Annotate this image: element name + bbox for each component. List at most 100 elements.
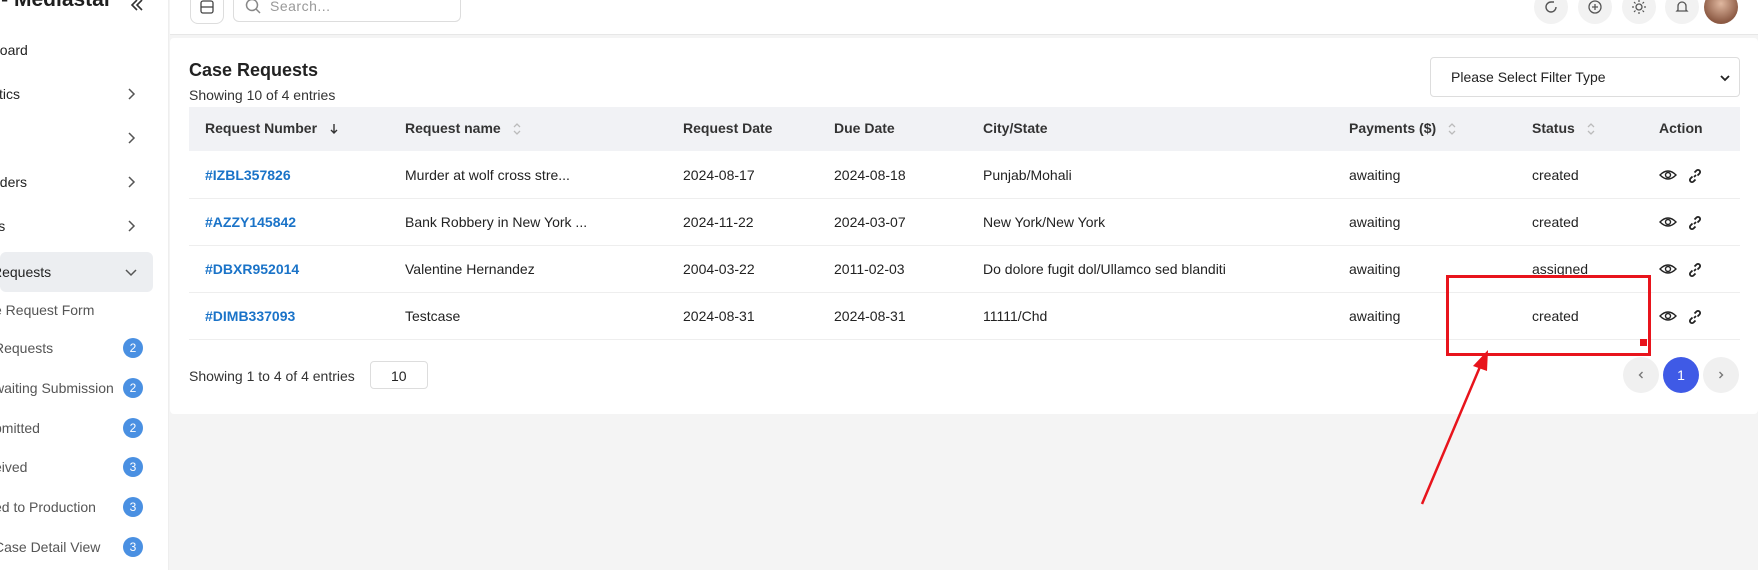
sidebar-item-nders[interactable]: nders [0, 162, 153, 202]
sort-icon [1587, 123, 1595, 136]
pagination-prev-button[interactable] [1623, 357, 1659, 393]
count-badge: 3 [123, 497, 143, 517]
count-badge: 2 [123, 418, 143, 438]
chevron-right-icon [128, 220, 136, 232]
notification-bell-icon[interactable] [1665, 0, 1699, 24]
sidebar-item-label: ils [0, 218, 5, 234]
page-size-input[interactable]: 10 [370, 361, 428, 389]
column-header-payments[interactable]: Payments ($) [1349, 120, 1456, 136]
column-header-action: Action [1659, 120, 1703, 136]
pagination-next-button[interactable] [1703, 357, 1739, 393]
sidebar-subitem-case-detail-view[interactable]: Case Detail View 3 [0, 529, 153, 565]
sidebar-item-s[interactable]: s [0, 118, 153, 158]
sidebar-item-label: board [0, 42, 28, 58]
sort-desc-icon [330, 124, 338, 135]
sidebar-subitem-label: bmitted [0, 420, 40, 436]
request-date: 2024-08-31 [683, 308, 755, 324]
search-placeholder: Search... [270, 0, 331, 14]
collapse-sidebar-icon[interactable] [130, 0, 144, 17]
view-eye-icon[interactable] [1659, 213, 1677, 231]
request-number-link[interactable]: #DBXR952014 [205, 261, 299, 277]
page-title: Case Requests [189, 60, 319, 80]
sidebar-item-requests[interactable]: Requests [0, 252, 153, 292]
city-state: New York/New York [983, 214, 1106, 230]
sidebar-subitem-label: waiting Submission [0, 380, 114, 396]
sidebar-subitem-submitted[interactable]: bmitted 2 [0, 410, 153, 446]
count-badge: 3 [123, 537, 143, 557]
column-header-status[interactable]: Status [1532, 120, 1595, 136]
view-eye-icon[interactable] [1659, 260, 1677, 278]
refresh-icon[interactable] [1534, 0, 1568, 24]
sidebar-item-dashboard[interactable]: board [0, 30, 153, 70]
payment-status: awaiting [1349, 308, 1401, 324]
sidebar-item-ils[interactable]: ils [0, 206, 153, 246]
link-icon[interactable] [1687, 168, 1703, 184]
column-header-request-name[interactable]: Request name [405, 120, 521, 136]
sidebar-subitem-label: ed to Production [0, 499, 96, 515]
due-date: 2024-08-31 [834, 308, 906, 324]
sidebar-item-label: ytics [0, 86, 20, 102]
view-eye-icon[interactable] [1659, 166, 1677, 184]
sidebar-subitem-awaiting-submission[interactable]: waiting Submission 2 [0, 370, 153, 406]
menu-toggle-icon[interactable] [190, 0, 224, 24]
payment-status: awaiting [1349, 167, 1401, 183]
pagination-page-button[interactable]: 1 [1663, 357, 1699, 393]
request-number-link[interactable]: #AZZY145842 [205, 214, 296, 230]
request-name: Valentine Hernandez [405, 261, 535, 277]
request-name: Murder at wolf cross stre... [405, 167, 570, 183]
sidebar-subitem-sent-to-production[interactable]: ed to Production 3 [0, 489, 153, 525]
chevron-left-icon [1638, 371, 1643, 379]
chevron-right-icon [128, 88, 136, 100]
request-date: 2004-03-22 [683, 261, 755, 277]
column-header-label: Request name [405, 120, 501, 136]
add-icon[interactable] [1578, 0, 1612, 24]
sidebar-item-analytics[interactable]: ytics [0, 74, 153, 114]
annotation-highlight-box [1446, 275, 1651, 356]
due-date: 2011-02-03 [834, 261, 905, 277]
search-input[interactable]: Search... [233, 0, 461, 22]
sidebar-subitem-request-form[interactable]: e Request Form [0, 292, 153, 328]
link-icon[interactable] [1687, 309, 1703, 325]
city-state: 11111/Chd [983, 308, 1048, 324]
request-date: 2024-08-17 [683, 167, 755, 183]
column-header-request-date: Request Date [683, 120, 773, 136]
filter-select-value: Please Select Filter Type [1451, 69, 1606, 85]
request-status: created [1532, 167, 1579, 183]
payment-status: awaiting [1349, 261, 1401, 277]
chevron-right-icon [1719, 371, 1724, 379]
table-row: #AZZY145842 Bank Robbery in New York ...… [189, 199, 1740, 246]
view-eye-icon[interactable] [1659, 307, 1677, 325]
case-requests-card: Case Requests Showing 10 of 4 entries Pl… [170, 38, 1758, 414]
sidebar-subitem-label: Requests [0, 340, 54, 356]
sidebar-subitem-requests[interactable]: Requests 2 [0, 330, 153, 366]
link-icon[interactable] [1687, 262, 1703, 278]
request-number-link[interactable]: #IZBL357826 [205, 167, 291, 183]
request-name: Bank Robbery in New York ... [405, 214, 588, 230]
annotation-marker [1640, 339, 1647, 346]
sort-icon [1448, 123, 1456, 136]
chevron-right-icon [128, 176, 136, 188]
column-header-request-number[interactable]: Request Number [205, 120, 339, 136]
theme-sun-icon[interactable] [1622, 0, 1656, 24]
due-date: 2024-08-18 [834, 167, 906, 183]
payment-status: awaiting [1349, 214, 1401, 230]
table-header: Request Number Request name Request Date… [189, 107, 1740, 151]
count-badge: 3 [123, 457, 143, 477]
user-avatar[interactable] [1704, 0, 1738, 24]
chevron-down-icon [125, 269, 137, 277]
filter-type-select[interactable]: Please Select Filter Type [1430, 57, 1740, 97]
column-header-due-date: Due Date [834, 120, 895, 136]
column-header-label: Status [1532, 120, 1575, 136]
city-state: Punjab/Mohali [983, 167, 1072, 183]
request-number-link[interactable]: #DIMB337093 [205, 308, 295, 324]
topbar: Search... [170, 0, 1758, 35]
table-row: #IZBL357826 Murder at wolf cross stre...… [189, 152, 1740, 199]
column-header-city-state: City/State [983, 120, 1048, 136]
count-badge: 2 [123, 338, 143, 358]
count-badge: 2 [123, 378, 143, 398]
sidebar-item-label: nders [0, 174, 28, 190]
chevron-right-icon [128, 132, 136, 144]
sidebar-item-label: Requests [0, 264, 52, 280]
link-icon[interactable] [1687, 215, 1703, 231]
sidebar-subitem-received[interactable]: eived 3 [0, 449, 153, 485]
